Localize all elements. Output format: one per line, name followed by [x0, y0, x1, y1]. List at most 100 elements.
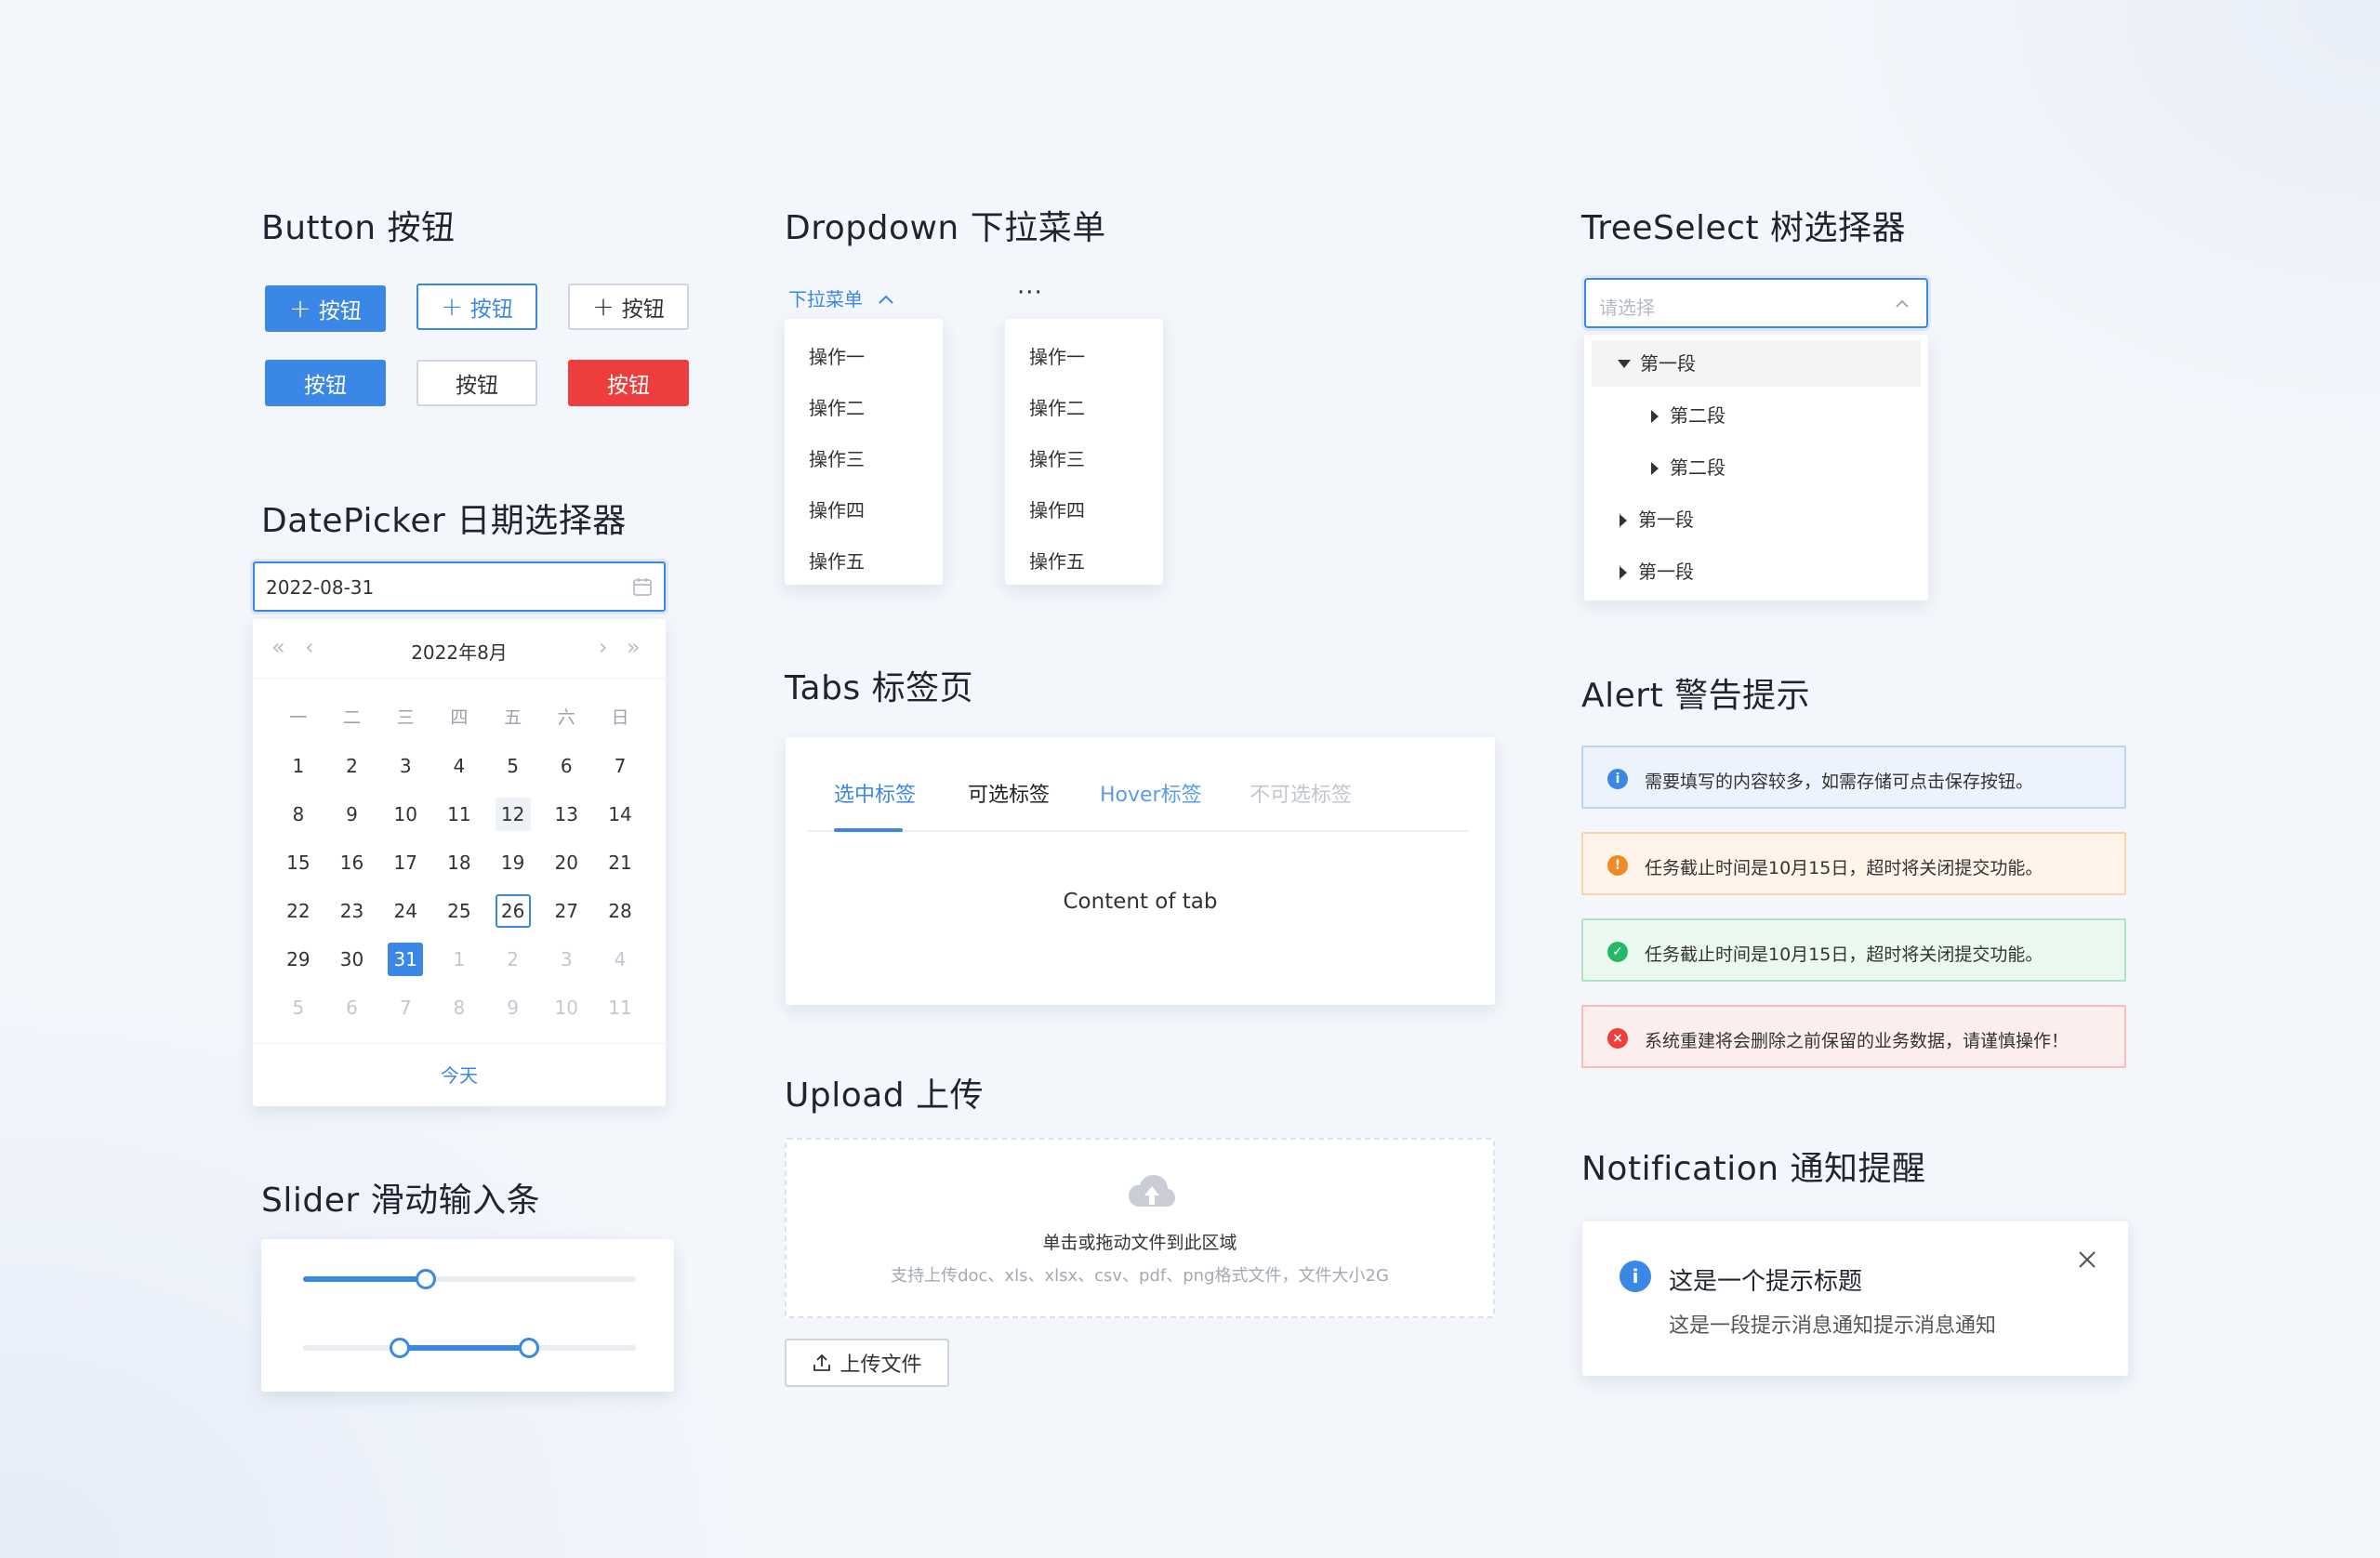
- upload-file-button[interactable]: 上传文件: [785, 1339, 949, 1387]
- tab-hover[interactable]: Hover标签: [1100, 778, 1202, 808]
- calendar-day[interactable]: 31: [378, 935, 432, 984]
- calendar-day[interactable]: 10: [539, 984, 593, 1032]
- calendar-week-row: 22 23 24 25 26 27 28: [271, 887, 647, 935]
- tab-selected[interactable]: 选中标签: [834, 778, 916, 808]
- alert-text: 系统重建将会删除之前保留的业务数据，请谨慎操作！: [1645, 1031, 2069, 1051]
- calendar-day[interactable]: 1: [432, 935, 486, 984]
- calendar-day[interactable]: 3: [378, 742, 432, 790]
- calendar-day[interactable]: 5: [271, 984, 325, 1032]
- dropdown-menu-item[interactable]: 操作二: [785, 383, 943, 434]
- dropdown-menu-item[interactable]: 操作五: [1005, 536, 1163, 588]
- calendar-day[interactable]: 7: [593, 742, 647, 790]
- next-month-icon[interactable]: ›: [599, 634, 608, 660]
- calendar-day[interactable]: 12: [486, 790, 540, 838]
- today-button[interactable]: 今天: [253, 1043, 666, 1106]
- calendar-day[interactable]: 14: [593, 790, 647, 838]
- button-primary[interactable]: 按钮: [265, 360, 386, 406]
- button-default[interactable]: 按钮: [416, 360, 537, 406]
- calendar-day-label: 13: [554, 803, 578, 825]
- calendar-day[interactable]: 5: [486, 742, 540, 790]
- calendar-day[interactable]: 15: [271, 838, 325, 887]
- calendar-day[interactable]: 17: [378, 838, 432, 887]
- add-button-primary[interactable]: + 按钮: [265, 285, 386, 332]
- dropdown-menu-item[interactable]: 操作三: [1005, 434, 1163, 485]
- calendar-day[interactable]: 29: [271, 935, 325, 984]
- calendar-day[interactable]: 10: [378, 790, 432, 838]
- tree-select-input[interactable]: 请选择: [1584, 278, 1928, 328]
- tree-node[interactable]: 第一段: [1592, 548, 1921, 595]
- tree-node[interactable]: 第二段: [1592, 392, 1921, 439]
- calendar-day[interactable]: 22: [271, 887, 325, 935]
- calendar-day-label: 3: [399, 755, 412, 777]
- add-button-outline[interactable]: + 按钮: [568, 284, 689, 330]
- close-icon[interactable]: [2077, 1249, 2097, 1270]
- add-button-outline-blue[interactable]: + 按钮: [416, 284, 537, 330]
- calendar-day[interactable]: 20: [539, 838, 593, 887]
- calendar-day[interactable]: 7: [378, 984, 432, 1032]
- calendar-day-label: 20: [554, 852, 578, 874]
- more-icon[interactable]: ···: [1017, 279, 1043, 307]
- calendar-day-label: 26: [495, 894, 531, 928]
- calendar-day[interactable]: 4: [593, 935, 647, 984]
- calendar-day[interactable]: 27: [539, 887, 593, 935]
- tabs-section-title: Tabs 标签页: [785, 669, 974, 707]
- dropdown-menu-item[interactable]: 操作二: [1005, 383, 1163, 434]
- calendar-day[interactable]: 24: [378, 887, 432, 935]
- date-input[interactable]: 2022-08-31: [253, 561, 666, 612]
- treeselect-section-title: TreeSelect 树选择器: [1581, 209, 1907, 247]
- calendar-day[interactable]: 30: [325, 935, 379, 984]
- calendar-day[interactable]: 3: [539, 935, 593, 984]
- calendar-day[interactable]: 11: [593, 984, 647, 1032]
- calendar-day[interactable]: 2: [486, 935, 540, 984]
- calendar-day[interactable]: 25: [432, 887, 486, 935]
- calendar-day[interactable]: 8: [432, 984, 486, 1032]
- calendar-day[interactable]: 8: [271, 790, 325, 838]
- calendar-day[interactable]: 4: [432, 742, 486, 790]
- upload-hint: 支持上传doc、xls、xlsx、csv、pdf、png格式文件，文件大小2G: [891, 1266, 1389, 1286]
- tree-node[interactable]: 第二段: [1592, 444, 1921, 491]
- dropdown-menu-item[interactable]: 操作四: [1005, 485, 1163, 536]
- range-slider-handle-start[interactable]: [389, 1338, 410, 1358]
- calendar-day-label: 8: [453, 997, 466, 1019]
- tab-selectable[interactable]: 可选标签: [968, 778, 1050, 808]
- dropdown-trigger[interactable]: 下拉菜单: [788, 284, 894, 311]
- calendar-day-label: 12: [495, 798, 531, 831]
- calendar-day[interactable]: 18: [432, 838, 486, 887]
- calendar-day[interactable]: 2: [325, 742, 379, 790]
- calendar-day[interactable]: 11: [432, 790, 486, 838]
- upload-drop-area[interactable]: 单击或拖动文件到此区域 支持上传doc、xls、xlsx、csv、pdf、png…: [785, 1138, 1495, 1318]
- slider-card: [261, 1239, 674, 1392]
- tree-node-label: 第一段: [1638, 508, 1694, 531]
- dropdown-menu-item[interactable]: 操作一: [785, 332, 943, 383]
- dropdown-menu-item[interactable]: 操作四: [785, 485, 943, 536]
- calendar-day[interactable]: 13: [539, 790, 593, 838]
- tree-node[interactable]: 第一段: [1592, 496, 1921, 543]
- calendar-day[interactable]: 23: [325, 887, 379, 935]
- calendar-day[interactable]: 9: [486, 984, 540, 1032]
- slider-handle[interactable]: [416, 1269, 437, 1289]
- calendar-day[interactable]: 6: [539, 742, 593, 790]
- plus-icon: +: [592, 291, 615, 322]
- calendar-day[interactable]: 16: [325, 838, 379, 887]
- dropdown-menu-item[interactable]: 操作三: [785, 434, 943, 485]
- dropdown-trigger-label: 下拉菜单: [788, 288, 863, 310]
- calendar-day-label: 8: [292, 803, 305, 825]
- next-year-icon[interactable]: »: [627, 634, 641, 660]
- calendar-day[interactable]: 28: [593, 887, 647, 935]
- calendar-day[interactable]: 1: [271, 742, 325, 790]
- calendar-day[interactable]: 9: [325, 790, 379, 838]
- calendar-weekdays: 一 二 三 四 五 六 日: [271, 699, 647, 736]
- button-label: 按钮: [456, 374, 498, 398]
- calendar-day-label: 28: [608, 900, 632, 922]
- calendar-day[interactable]: 19: [486, 838, 540, 887]
- tree-node[interactable]: 第一段: [1592, 340, 1921, 387]
- calendar-day-label: 25: [447, 900, 471, 922]
- calendar-day[interactable]: 21: [593, 838, 647, 887]
- button-danger[interactable]: 按钮: [568, 360, 689, 406]
- calendar-day[interactable]: 6: [325, 984, 379, 1032]
- dropdown-menu-item[interactable]: 操作一: [1005, 332, 1163, 383]
- range-slider-handle-end[interactable]: [519, 1338, 540, 1358]
- calendar-day[interactable]: 26: [486, 887, 540, 935]
- dropdown-menu-item[interactable]: 操作五: [785, 536, 943, 588]
- calendar-week-row: 15 16 17 18 19 20 21: [271, 838, 647, 887]
